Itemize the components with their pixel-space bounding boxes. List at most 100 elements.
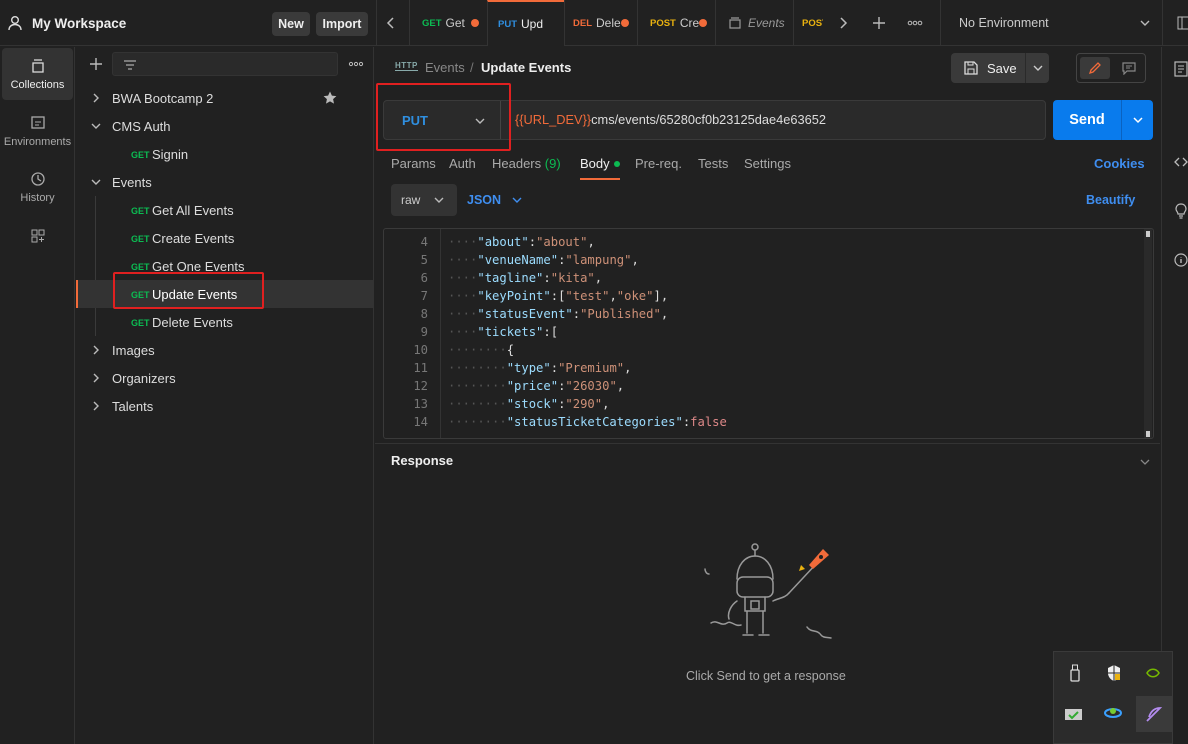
line-number: 11 bbox=[413, 361, 428, 375]
line-number: 12 bbox=[413, 379, 428, 393]
chevron-down-icon bbox=[434, 197, 444, 203]
tab-prereq[interactable]: Pre-req. bbox=[635, 156, 682, 171]
request-editor: HTTP Events / Update Events Save PUT {{U… bbox=[375, 47, 1160, 744]
url-input[interactable]: {{URL_DEV}}cms/events/65280cf0b23125dae4… bbox=[515, 112, 826, 127]
tab-events-collection[interactable]: Events bbox=[715, 0, 793, 46]
line-number: 9 bbox=[420, 325, 428, 339]
code-line: ········"stock":"290", bbox=[448, 397, 610, 411]
network-globe-icon[interactable] bbox=[1103, 704, 1123, 720]
right-panel-toggle[interactable] bbox=[1162, 0, 1188, 46]
panel-icon bbox=[1177, 16, 1188, 30]
code-line: ····"keyPoint":["test","oke"], bbox=[448, 289, 669, 303]
request-get-all-events[interactable]: GET Get All Events bbox=[76, 196, 374, 224]
breadcrumb-parent[interactable]: Events bbox=[425, 60, 465, 75]
tab-body[interactable]: Body bbox=[580, 156, 620, 180]
sidebar-more-icon[interactable] bbox=[348, 60, 364, 68]
documentation-icon[interactable] bbox=[1174, 61, 1188, 77]
request-create-events[interactable]: GET Create Events bbox=[76, 224, 374, 252]
info-icon[interactable] bbox=[1174, 253, 1188, 267]
tab-params[interactable]: Params bbox=[391, 156, 436, 171]
editor-scrollbar[interactable] bbox=[1144, 229, 1152, 438]
beautify-link[interactable]: Beautify bbox=[1086, 193, 1135, 207]
tabs-scroll-left-icon[interactable] bbox=[385, 16, 397, 30]
chevron-down-icon bbox=[1140, 20, 1150, 26]
collection-events[interactable]: Events bbox=[76, 168, 374, 196]
star-icon[interactable] bbox=[322, 90, 338, 106]
tab-auth[interactable]: Auth bbox=[449, 156, 476, 171]
line-number: 13 bbox=[413, 397, 428, 411]
collection-icon bbox=[729, 17, 741, 29]
new-tab-icon[interactable] bbox=[871, 15, 887, 31]
save-icon bbox=[964, 61, 978, 75]
collection-cms-auth[interactable]: CMS Auth bbox=[76, 112, 374, 140]
line-number: 14 bbox=[413, 415, 428, 429]
tab-post[interactable]: POST Cre bbox=[637, 0, 715, 46]
url-path: cms/events/65280cf0b23125dae4e63652 bbox=[591, 112, 826, 127]
new-button[interactable]: New bbox=[272, 12, 310, 36]
hardware-check-icon[interactable] bbox=[1064, 706, 1084, 722]
lightbulb-icon[interactable] bbox=[1174, 203, 1188, 219]
left-rail: Collections Environments History bbox=[0, 47, 75, 744]
security-shield-icon[interactable] bbox=[1106, 664, 1122, 682]
environment-label: No Environment bbox=[959, 16, 1049, 30]
astronaut-illustration-icon bbox=[704, 543, 832, 639]
code-line: ····"about":"about", bbox=[448, 235, 595, 249]
tab-headers[interactable]: Headers (9) bbox=[492, 156, 561, 171]
body-mode-select[interactable]: raw bbox=[391, 184, 457, 216]
tab-del[interactable]: DEL Dele bbox=[564, 0, 637, 46]
add-collection-icon[interactable] bbox=[88, 56, 104, 72]
workspace-switcher[interactable]: My Workspace bbox=[6, 0, 126, 46]
request-signin[interactable]: GET Signin bbox=[76, 140, 374, 168]
selection-indicator bbox=[76, 280, 78, 308]
tabs-scroll-right-icon[interactable] bbox=[837, 16, 849, 30]
usb-drive-icon[interactable] bbox=[1068, 664, 1082, 682]
collections-sidebar: BWA Bootcamp 2 CMS Auth GET Signin Event… bbox=[76, 47, 374, 744]
nvidia-icon[interactable] bbox=[1144, 666, 1162, 680]
chevron-right-icon bbox=[93, 345, 99, 355]
rail-collections[interactable]: Collections bbox=[2, 48, 73, 100]
filter-input[interactable] bbox=[112, 52, 338, 76]
send-dropdown[interactable] bbox=[1121, 100, 1153, 140]
rail-environments[interactable]: Environments bbox=[0, 105, 75, 157]
chevron-down-icon bbox=[1133, 117, 1143, 124]
request-delete-events[interactable]: GET Delete Events bbox=[76, 308, 374, 336]
request-update-events-selected[interactable]: GET Update Events bbox=[76, 272, 374, 309]
scrollbar-top-arrow bbox=[1146, 231, 1150, 237]
collection-organizers[interactable]: Organizers bbox=[76, 364, 374, 392]
rail-apis[interactable] bbox=[0, 221, 75, 251]
code-line: ····"venueName":"lampung", bbox=[448, 253, 639, 267]
collection-talents[interactable]: Talents bbox=[76, 392, 374, 420]
http-badge: HTTP bbox=[395, 61, 418, 71]
tab-put-active[interactable]: PUT Upd bbox=[487, 0, 564, 46]
environment-selector[interactable]: No Environment bbox=[940, 0, 1162, 46]
edit-mode-button[interactable] bbox=[1080, 57, 1110, 79]
chevron-down-icon bbox=[91, 179, 101, 185]
collection-bwa-bootcamp[interactable]: BWA Bootcamp 2 bbox=[76, 84, 374, 112]
user-icon bbox=[8, 16, 22, 31]
tab-post-2[interactable]: POST bbox=[793, 0, 823, 46]
tab-get[interactable]: GET Get bbox=[409, 0, 487, 46]
empty-response-text: Click Send to get a response bbox=[686, 669, 846, 683]
save-dropdown[interactable] bbox=[1025, 53, 1049, 83]
body-editor[interactable]: 4 ····"about":"about", 5 ····"venueName":"l… bbox=[383, 228, 1154, 439]
highlight-box bbox=[113, 272, 264, 309]
collection-images[interactable]: Images bbox=[76, 336, 374, 364]
import-button[interactable]: Import bbox=[316, 12, 368, 36]
cookies-link[interactable]: Cookies bbox=[1094, 156, 1145, 171]
rail-history[interactable]: History bbox=[0, 161, 75, 213]
save-button[interactable]: Save bbox=[951, 53, 1025, 83]
code-icon[interactable] bbox=[1174, 155, 1188, 169]
comment-icon bbox=[1122, 62, 1136, 75]
body-format-select[interactable]: JSON bbox=[467, 184, 531, 216]
tab-tests[interactable]: Tests bbox=[698, 156, 728, 171]
tab-settings[interactable]: Settings bbox=[744, 156, 791, 171]
line-number: 8 bbox=[420, 307, 428, 321]
tray-item-selected[interactable] bbox=[1136, 696, 1172, 732]
more-tabs-icon[interactable] bbox=[907, 19, 923, 27]
collapse-chevron-icon[interactable] bbox=[1139, 457, 1151, 467]
send-button[interactable]: Send bbox=[1053, 100, 1121, 140]
apis-icon bbox=[31, 229, 44, 243]
response-title: Response bbox=[391, 453, 454, 468]
breadcrumb-separator: / bbox=[470, 60, 474, 75]
comments-button[interactable] bbox=[1114, 57, 1144, 79]
